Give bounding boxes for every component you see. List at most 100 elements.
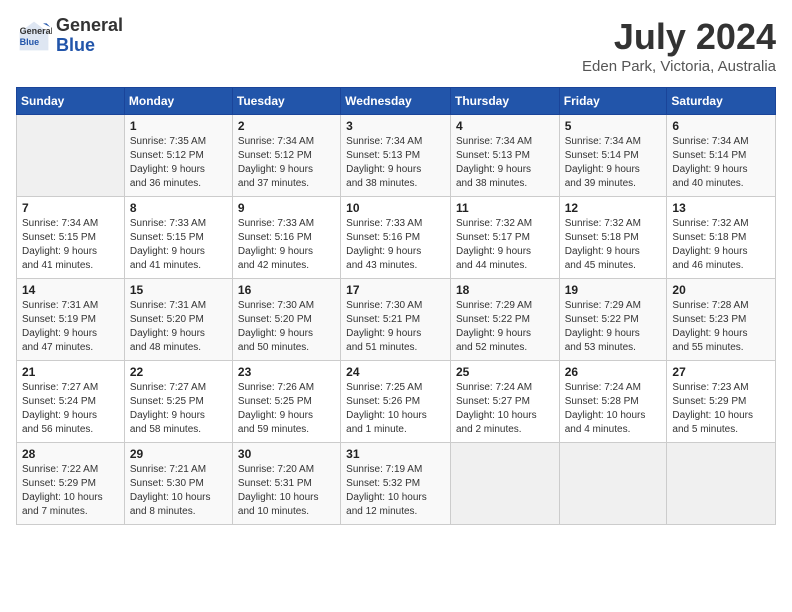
day-number: 12 [565,201,662,215]
day-number: 29 [130,447,227,461]
day-number: 8 [130,201,227,215]
calendar-cell [17,115,125,197]
day-info: Sunrise: 7:29 AM Sunset: 5:22 PM Dayligh… [456,299,554,355]
calendar-cell: 12 Sunrise: 7:32 AM Sunset: 5:18 PM Dayli… [559,197,667,279]
day-number: 1 [130,119,227,133]
calendar-cell: 4 Sunrise: 7:34 AM Sunset: 5:13 PM Daylig… [450,115,559,197]
day-number: 7 [22,201,119,215]
day-number: 13 [672,201,770,215]
calendar-cell: 26 Sunrise: 7:24 AM Sunset: 5:28 PM Dayli… [559,361,667,443]
day-number: 5 [565,119,662,133]
day-number: 15 [130,283,227,297]
day-number: 22 [130,365,227,379]
day-number: 25 [456,365,554,379]
calendar-cell: 27 Sunrise: 7:23 AM Sunset: 5:29 PM Dayli… [667,361,776,443]
day-info: Sunrise: 7:25 AM Sunset: 5:26 PM Dayligh… [346,381,445,437]
day-number: 24 [346,365,445,379]
day-number: 16 [238,283,335,297]
calendar-cell: 28Sunrise: 7:22 AM Sunset: 5:29 PM Dayli… [17,443,125,525]
calendar-cell: 11Sunrise: 7:32 AM Sunset: 5:17 PM Dayli… [450,197,559,279]
calendar-cell: 19Sunrise: 7:29 AM Sunset: 5:22 PM Dayli… [559,279,667,361]
week-row-3: 14Sunrise: 7:31 AM Sunset: 5:19 PM Dayli… [17,279,776,361]
day-number: 19 [565,283,662,297]
page-header: General Blue General Blue July 2024 Eden… [16,16,776,75]
week-row-4: 21 Sunrise: 7:27 AM Sunset: 5:24 PM Dayli… [17,361,776,443]
day-info: Sunrise: 7:34 AM Sunset: 5:13 PM Dayligh… [346,135,445,191]
week-row-1: 1 Sunrise: 7:35 AM Sunset: 5:12 PM Daylig… [17,115,776,197]
day-info: Sunrise: 7:23 AM Sunset: 5:29 PM Dayligh… [672,381,770,437]
calendar-cell: 6Sunrise: 7:34 AM Sunset: 5:14 PM Daylig… [667,115,776,197]
calendar-cell: 9 Sunrise: 7:33 AM Sunset: 5:16 PM Daylig… [232,197,340,279]
day-info: Sunrise: 7:24 AM Sunset: 5:28 PM Dayligh… [565,381,662,437]
day-info: Sunrise: 7:35 AM Sunset: 5:12 PM Dayligh… [130,135,227,191]
calendar-cell: 29 Sunrise: 7:21 AM Sunset: 5:30 PM Dayli… [124,443,232,525]
day-info: Sunrise: 7:27 AM Sunset: 5:24 PM Dayligh… [22,381,119,437]
day-info: Sunrise: 7:19 AM Sunset: 5:32 PM Dayligh… [346,463,445,519]
day-number: 14 [22,283,119,297]
calendar-cell: 8 Sunrise: 7:33 AM Sunset: 5:15 PM Daylig… [124,197,232,279]
calendar-cell: 31Sunrise: 7:19 AM Sunset: 5:32 PM Dayli… [341,443,451,525]
header-cell-tuesday: Tuesday [232,88,340,115]
day-info: Sunrise: 7:31 AM Sunset: 5:20 PM Dayligh… [130,299,227,355]
day-info: Sunrise: 7:30 AM Sunset: 5:21 PM Dayligh… [346,299,445,355]
calendar-cell: 30Sunrise: 7:20 AM Sunset: 5:31 PM Dayli… [232,443,340,525]
header-cell-friday: Friday [559,88,667,115]
day-number: 4 [456,119,554,133]
day-number: 21 [22,365,119,379]
header-cell-wednesday: Wednesday [341,88,451,115]
logo-blue-text: Blue [56,36,123,56]
day-number: 18 [456,283,554,297]
day-info: Sunrise: 7:34 AM Sunset: 5:12 PM Dayligh… [238,135,335,191]
day-number: 10 [346,201,445,215]
calendar-cell: 13 Sunrise: 7:32 AM Sunset: 5:18 PM Dayli… [667,197,776,279]
day-info: Sunrise: 7:33 AM Sunset: 5:15 PM Dayligh… [130,217,227,273]
calendar-cell: 14Sunrise: 7:31 AM Sunset: 5:19 PM Dayli… [17,279,125,361]
header-cell-sunday: Sunday [17,88,125,115]
header-cell-monday: Monday [124,88,232,115]
calendar-cell: 25 Sunrise: 7:24 AM Sunset: 5:27 PM Dayli… [450,361,559,443]
day-info: Sunrise: 7:32 AM Sunset: 5:18 PM Dayligh… [672,217,770,273]
day-info: Sunrise: 7:34 AM Sunset: 5:15 PM Dayligh… [22,217,119,273]
day-info: Sunrise: 7:22 AM Sunset: 5:29 PM Dayligh… [22,463,119,519]
day-number: 17 [346,283,445,297]
day-number: 20 [672,283,770,297]
day-info: Sunrise: 7:27 AM Sunset: 5:25 PM Dayligh… [130,381,227,437]
logo: General Blue General Blue [16,16,123,56]
day-number: 3 [346,119,445,133]
day-number: 27 [672,365,770,379]
day-number: 23 [238,365,335,379]
calendar-cell: 16Sunrise: 7:30 AM Sunset: 5:20 PM Dayli… [232,279,340,361]
logo-text: General Blue [56,16,123,56]
calendar-cell: 5Sunrise: 7:34 AM Sunset: 5:14 PM Daylig… [559,115,667,197]
calendar-cell: 1 Sunrise: 7:35 AM Sunset: 5:12 PM Daylig… [124,115,232,197]
calendar-cell: 10Sunrise: 7:33 AM Sunset: 5:16 PM Dayli… [341,197,451,279]
calendar-cell: 15 Sunrise: 7:31 AM Sunset: 5:20 PM Dayli… [124,279,232,361]
calendar-cell: 24 Sunrise: 7:25 AM Sunset: 5:26 PM Dayli… [341,361,451,443]
calendar-cell: 22 Sunrise: 7:27 AM Sunset: 5:25 PM Dayli… [124,361,232,443]
logo-icon: General Blue [16,18,52,54]
day-number: 11 [456,201,554,215]
page-title: July 2024 [582,16,776,58]
day-info: Sunrise: 7:34 AM Sunset: 5:13 PM Dayligh… [456,135,554,191]
day-info: Sunrise: 7:32 AM Sunset: 5:18 PM Dayligh… [565,217,662,273]
day-info: Sunrise: 7:24 AM Sunset: 5:27 PM Dayligh… [456,381,554,437]
calendar-cell: 17 Sunrise: 7:30 AM Sunset: 5:21 PM Dayli… [341,279,451,361]
calendar-table: SundayMondayTuesdayWednesdayThursdayFrid… [16,87,776,525]
day-number: 9 [238,201,335,215]
day-info: Sunrise: 7:33 AM Sunset: 5:16 PM Dayligh… [238,217,335,273]
calendar-body: 1 Sunrise: 7:35 AM Sunset: 5:12 PM Daylig… [17,115,776,525]
calendar-cell: 2Sunrise: 7:34 AM Sunset: 5:12 PM Daylig… [232,115,340,197]
day-number: 26 [565,365,662,379]
header-row: SundayMondayTuesdayWednesdayThursdayFrid… [17,88,776,115]
day-info: Sunrise: 7:21 AM Sunset: 5:30 PM Dayligh… [130,463,227,519]
day-info: Sunrise: 7:26 AM Sunset: 5:25 PM Dayligh… [238,381,335,437]
calendar-cell: 21 Sunrise: 7:27 AM Sunset: 5:24 PM Dayli… [17,361,125,443]
week-row-2: 7 Sunrise: 7:34 AM Sunset: 5:15 PM Daylig… [17,197,776,279]
day-info: Sunrise: 7:28 AM Sunset: 5:23 PM Dayligh… [672,299,770,355]
calendar-cell: 20 Sunrise: 7:28 AM Sunset: 5:23 PM Dayli… [667,279,776,361]
calendar-header: SundayMondayTuesdayWednesdayThursdayFrid… [17,88,776,115]
calendar-cell [450,443,559,525]
header-cell-thursday: Thursday [450,88,559,115]
title-block: July 2024 Eden Park, Victoria, Australia [582,16,776,75]
day-number: 6 [672,119,770,133]
